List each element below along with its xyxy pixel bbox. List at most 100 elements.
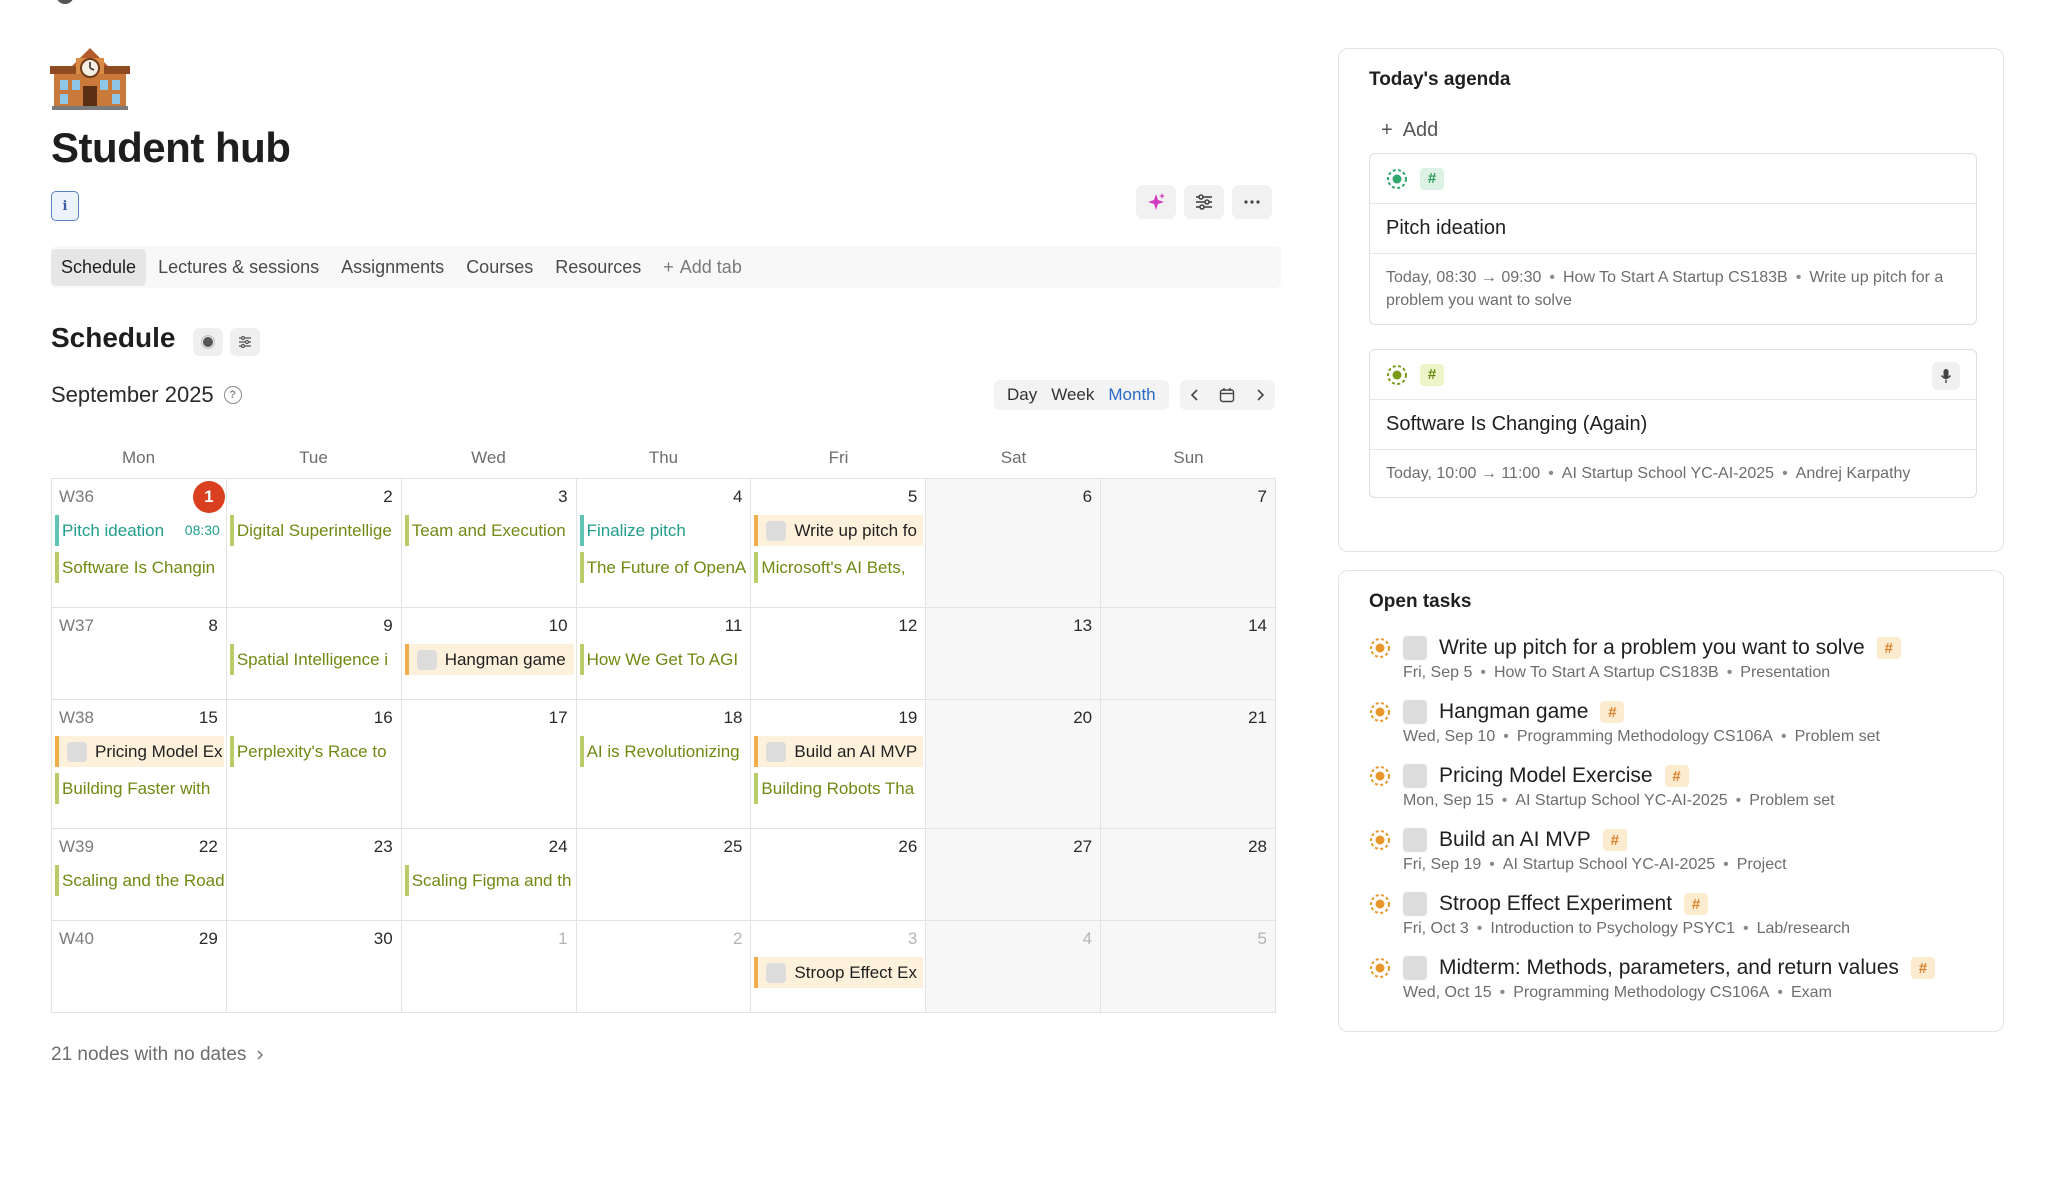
day-cell[interactable]: 4 [926,921,1102,1013]
settings-button[interactable] [1184,185,1224,219]
day-cell[interactable]: 5 [1101,921,1276,1013]
status-in-progress-icon[interactable] [1386,168,1408,190]
day-cell[interactable]: W36 1 Pitch ideation 08:30 Software Is Ch… [52,479,227,608]
agenda-card[interactable]: # Software Is Changing (Again) Today, 10… [1369,349,1977,498]
day-cell[interactable]: W38 15 Pricing Model Ex Building Faster … [52,700,227,829]
status-in-progress-icon[interactable] [1369,957,1391,979]
status-in-progress-icon[interactable] [1369,829,1391,851]
calendar-event[interactable]: Building Faster with [55,773,224,804]
task-checkbox[interactable] [766,962,787,983]
status-in-progress-icon[interactable] [1369,765,1391,787]
calendar-event[interactable]: Pitch ideation 08:30 [55,515,224,546]
tab-assignments[interactable]: Assignments [331,249,454,286]
task-checkbox[interactable] [1403,636,1427,660]
calendar-event[interactable]: Scaling and the Road [55,865,224,896]
status-in-progress-icon[interactable] [1369,701,1391,723]
undated-nodes-link[interactable]: 21 nodes with no dates [51,1044,264,1066]
calendar-task[interactable]: Pricing Model Ex [55,736,224,767]
day-cell[interactable]: 19 Build an AI MVP Building Robots Tha [751,700,927,829]
tag-badge[interactable]: # [1600,701,1625,723]
status-in-progress-icon[interactable] [1369,893,1391,915]
day-cell[interactable]: 17 [401,700,577,829]
day-cell[interactable]: 2 Digital Superintellige [226,479,402,608]
open-task-item[interactable]: Pricing Model Exercise # Mon, Sep 15 • AI St… [1369,761,1969,811]
day-cell[interactable]: 25 [576,829,752,921]
calendar-event[interactable]: Software Is Changin [55,552,224,583]
tag-badge[interactable]: # [1602,829,1627,851]
day-cell[interactable]: 23 [226,829,402,921]
day-cell[interactable]: W37 8 [52,608,227,700]
help-icon[interactable]: ? [223,386,242,404]
calendar-event[interactable]: AI is Revolutionizing [579,736,749,767]
day-cell[interactable]: 3 Stroop Effect Ex [751,921,927,1013]
task-checkbox[interactable] [1403,700,1427,724]
add-tab-button[interactable]: + Add tab [653,249,752,286]
calendar-event[interactable]: Team and Execution [404,515,574,546]
open-task-item[interactable]: Write up pitch for a problem you want to… [1369,633,1969,683]
tab-schedule[interactable]: Schedule [51,248,147,286]
calendar-event[interactable]: Digital Superintellige [229,515,399,546]
school-building-icon[interactable] [50,44,130,110]
agenda-card[interactable]: # Pitch ideation Today, 08:30 → 09:30 • Ho… [1369,153,1977,325]
day-cell[interactable]: 11 How We Get To AGI [576,608,752,700]
day-cell[interactable]: 28 [1101,829,1276,921]
tag-badge[interactable]: # [1664,765,1689,787]
day-cell[interactable]: 26 [751,829,927,921]
day-cell[interactable]: 30 [226,921,402,1013]
chevron-right-icon[interactable] [1255,388,1265,402]
task-checkbox[interactable] [1403,764,1427,788]
calendar-event[interactable]: How We Get To AGI [579,644,749,675]
day-cell[interactable]: 12 [751,608,927,700]
calendar-event[interactable]: Microsoft's AI Bets, [754,552,923,583]
day-cell[interactable]: 6 [926,479,1102,608]
calendar-event[interactable]: Finalize pitch [579,515,749,546]
task-checkbox[interactable] [1403,892,1427,916]
tab-courses[interactable]: Courses [456,249,543,286]
day-cell[interactable]: W39 22 Scaling and the Road [52,829,227,921]
tag-badge[interactable]: # [1876,637,1901,659]
day-cell[interactable]: 1 [401,921,577,1013]
tag-badge[interactable]: # [1420,167,1444,190]
open-task-item[interactable]: Stroop Effect Experiment # Fri, Oct 3 • Intr… [1369,889,1969,939]
day-cell[interactable]: 9 Spatial Intelligence i [226,608,402,700]
day-cell[interactable]: 2 [576,921,752,1013]
day-cell[interactable]: 21 [1101,700,1276,829]
open-task-item[interactable]: Hangman game # Wed, Sep 10 • Programming Met… [1369,697,1969,747]
calendar-event[interactable]: The Future of OpenA [579,552,749,583]
calendar-task[interactable]: Hangman game [404,644,574,675]
day-cell[interactable]: 14 [1101,608,1276,700]
tab-resources[interactable]: Resources [545,249,651,286]
tab-lectures-sessions[interactable]: Lectures & sessions [148,249,329,286]
day-cell[interactable]: 24 Scaling Figma and th [401,829,577,921]
open-task-item[interactable]: Build an AI MVP # Fri, Sep 19 • AI Startup S… [1369,825,1969,875]
chevron-left-icon[interactable] [1190,388,1200,402]
schedule-settings-button[interactable] [230,328,260,356]
ai-sparkle-button[interactable] [1136,185,1176,219]
task-checkbox[interactable] [766,520,787,541]
task-checkbox[interactable] [1403,956,1427,980]
open-task-item[interactable]: Midterm: Methods, parameters, and return… [1369,953,1969,1003]
calendar-task[interactable]: Stroop Effect Ex [754,957,924,988]
calendar-event[interactable]: Spatial Intelligence i [229,644,399,675]
day-cell[interactable]: 20 [926,700,1102,829]
day-cell[interactable]: 27 [926,829,1102,921]
day-cell[interactable]: 13 [926,608,1102,700]
status-in-progress-icon[interactable] [1386,364,1408,386]
schedule-view-toggle[interactable] [193,328,223,356]
day-cell[interactable]: 10 Hangman game [401,608,577,700]
tag-badge[interactable]: # [1910,957,1935,979]
day-cell[interactable]: W40 29 [52,921,227,1013]
task-checkbox[interactable] [67,741,87,762]
calendar-event[interactable]: Perplexity's Race to [229,736,399,767]
day-cell[interactable]: 5 Write up pitch fo Microsoft's AI Bets, [751,479,927,608]
more-options-button[interactable] [1232,185,1272,219]
task-checkbox[interactable] [1403,828,1427,852]
calendar-event[interactable]: Building Robots Tha [754,773,923,804]
task-checkbox[interactable] [416,649,437,670]
tag-badge[interactable]: # [1420,363,1444,386]
day-cell[interactable]: 7 [1101,479,1276,608]
day-cell[interactable]: 3 Team and Execution [401,479,577,608]
day-cell[interactable]: 16 Perplexity's Race to [226,700,402,829]
agenda-add-button[interactable]: + Add [1381,119,1438,142]
microphone-icon[interactable] [1932,362,1960,390]
